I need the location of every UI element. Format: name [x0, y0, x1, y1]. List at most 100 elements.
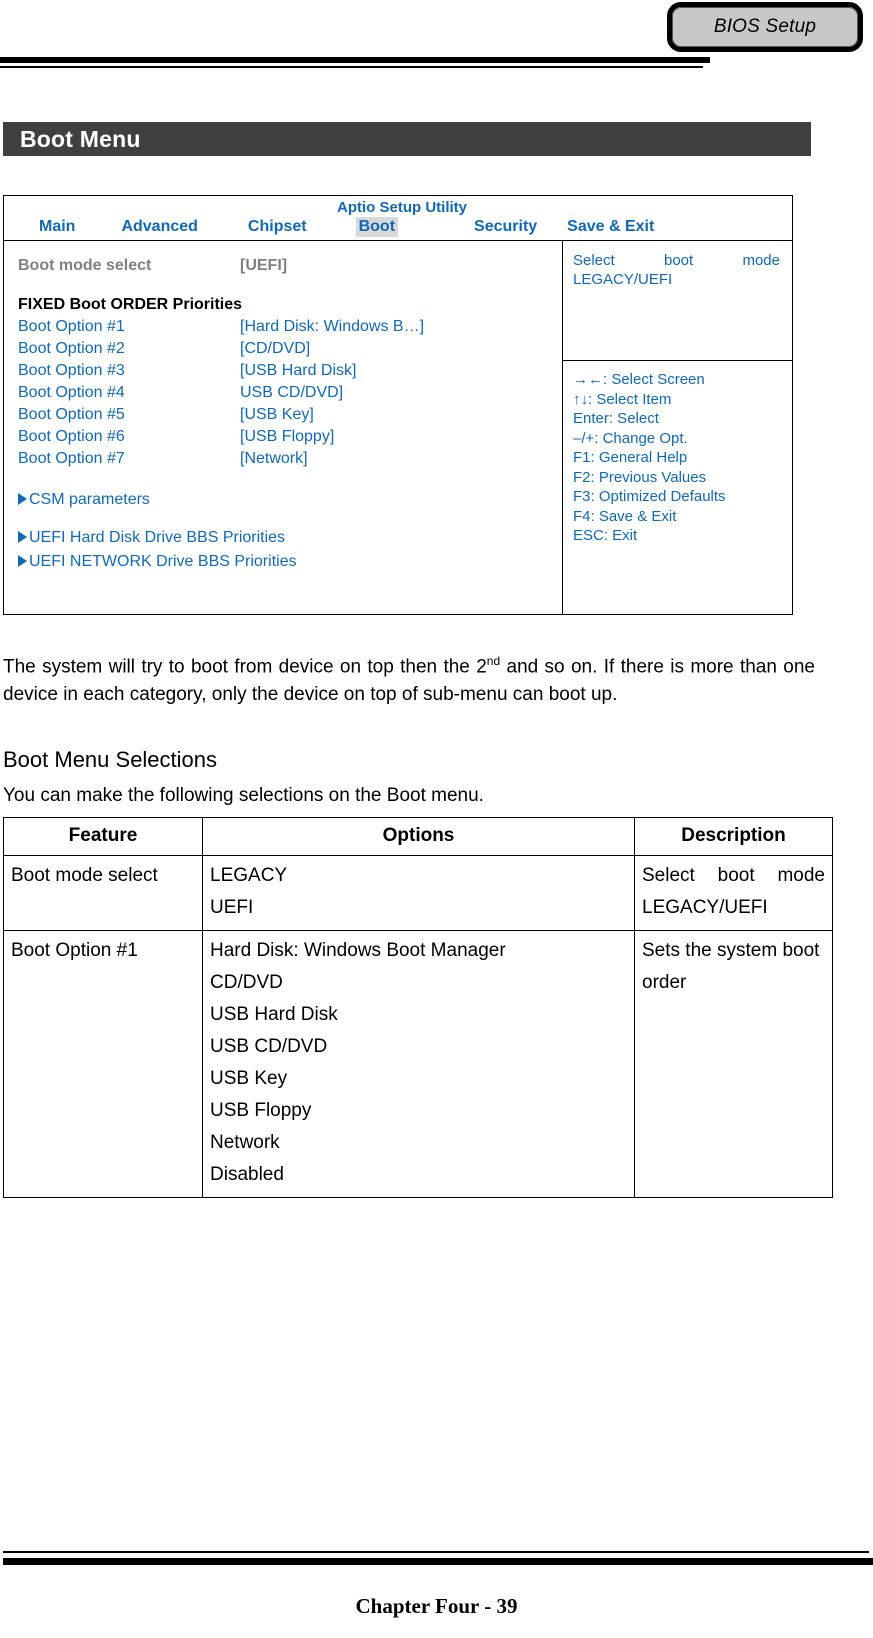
table-body: Boot mode select LEGACY UEFI Select boot… [3, 855, 833, 1198]
option-item: Disabled [210, 1164, 284, 1185]
boot-option-value-2[interactable]: [CD/DVD] [240, 338, 310, 360]
cell-options-boot-option-1: Hard Disk: Windows Boot Manager CD/DVD U… [202, 930, 635, 1198]
boot-option-row-6[interactable]: Boot Option #6 [USB Floppy] [18, 426, 562, 448]
help-key-select-item: ↑↓: Select Item [573, 390, 672, 408]
help-key-change-opt: –/+: Change Opt. [573, 429, 688, 447]
header-rule-thin [0, 66, 703, 68]
boot-option-row-1[interactable]: Boot Option #1 [Hard Disk: Windows B…] [18, 316, 562, 338]
boot-option-value-5[interactable]: [USB Key] [240, 404, 314, 426]
option-item: Network [210, 1132, 280, 1153]
boot-option-value-1[interactable]: [Hard Disk: Windows B…] [240, 316, 424, 338]
bios-setup-tab: BIOS Setup [667, 2, 863, 52]
paragraph-part-1: The system will try to boot from device … [3, 656, 487, 678]
bios-screen-mockup: Aptio Setup Utility Main Advanced Chipse… [3, 195, 793, 615]
submenu-uefi-network-bbs[interactable]: UEFI NETWORK Drive BBS Priorities [18, 550, 562, 574]
option-item: USB CD/DVD [210, 1036, 328, 1057]
footer-rule-thin [3, 1551, 869, 1553]
tab-security[interactable]: Security [471, 217, 540, 237]
cell-description-boot-option-1: Sets the system boot order [634, 930, 833, 1198]
boot-option-label-1: Boot Option #1 [18, 318, 125, 335]
boot-option-row-4[interactable]: Boot Option #4 USB CD/DVD] [18, 382, 562, 404]
submenu-label-uefi-network: UEFI NETWORK Drive BBS Priorities [29, 553, 297, 570]
option-item: USB Hard Disk [210, 1004, 338, 1025]
help-key-esc-exit: ESC: Exit [573, 527, 638, 544]
cell-feature-boot-mode-select: Boot mode select [3, 855, 203, 931]
tab-chipset[interactable]: Chipset [245, 217, 310, 237]
table-header: Feature Options Description [3, 817, 833, 856]
help-key-f4-save-exit: F4: Save & Exit [573, 507, 677, 525]
bios-app-title: Aptio Setup Utility [337, 199, 467, 216]
option-item: LEGACY [210, 865, 288, 886]
boot-option-value-7[interactable]: [Network] [240, 448, 308, 470]
boot-option-label-2: Boot Option #2 [18, 340, 125, 357]
bios-settings-pane: Boot mode select [UEFI] FIXED Boot ORDER… [4, 241, 563, 614]
table-row: Boot Option #1 Hard Disk: Windows Boot M… [3, 930, 833, 1198]
boot-mode-select-row[interactable]: Boot mode select [UEFI] [18, 255, 562, 277]
option-item: UEFI [210, 897, 254, 918]
submenu-uefi-hard-disk-bbs[interactable]: UEFI Hard Disk Drive BBS Priorities [18, 526, 562, 550]
boot-option-value-4[interactable]: USB CD/DVD] [240, 382, 343, 404]
page-header: BIOS Setup [0, 0, 873, 72]
boot-option-row-5[interactable]: Boot Option #5 [USB Key] [18, 404, 562, 426]
boot-option-label-5: Boot Option #5 [18, 406, 125, 423]
help-key-f3-optimized-defaults: F3: Optimized Defaults [573, 488, 726, 505]
option-item: USB Key [210, 1068, 288, 1089]
tab-save-and-exit[interactable]: Save & Exit [564, 217, 657, 237]
boot-option-label-6: Boot Option #6 [18, 428, 125, 445]
footer-page-label: Chapter Four - 39 [355, 1594, 518, 1618]
help-key-select-screen: →←: Select Screen [573, 371, 705, 388]
bios-setup-tab-inner: BIOS Setup [672, 7, 858, 47]
submenu-label-uefi-hdd: UEFI Hard Disk Drive BBS Priorities [29, 529, 286, 546]
header-rule-thick [0, 57, 710, 63]
table-row: Boot mode select LEGACY UEFI Select boot… [3, 855, 833, 931]
boot-option-label-7: Boot Option #7 [18, 450, 125, 467]
boot-option-row-3[interactable]: Boot Option #3 [USB Hard Disk] [18, 360, 562, 382]
triangle-right-icon [18, 531, 27, 543]
option-item: CD/DVD [210, 972, 283, 993]
triangle-right-icon [18, 555, 27, 567]
help-key-enter-select: Enter: Select [573, 410, 659, 427]
section-title-bar: Boot Menu [3, 122, 811, 156]
bios-tab-strip: Main Advanced Chipset Boot Security Save… [4, 217, 792, 239]
bios-body: Boot mode select [UEFI] FIXED Boot ORDER… [4, 241, 792, 614]
option-item: Hard Disk: Windows Boot Manager [210, 940, 506, 961]
page-title: Boot Menu [20, 125, 141, 152]
triangle-right-icon [18, 493, 27, 505]
fixed-boot-order-heading: FIXED Boot ORDER Priorities [18, 296, 243, 313]
cell-feature-boot-option-1: Boot Option #1 [3, 930, 203, 1198]
bios-help-keys-box: →←: Select Screen ↑↓: Select Item Enter:… [563, 361, 792, 614]
boot-order-explanation: The system will try to boot from device … [3, 647, 815, 709]
help-key-f2-previous-values: F2: Previous Values [573, 468, 707, 486]
cell-description-boot-mode-select: Select boot mode LEGACY/UEFI [634, 855, 833, 931]
submenu-label-csm: CSM parameters [29, 491, 150, 508]
bios-titlebar: Aptio Setup Utility Main Advanced Chipse… [4, 196, 792, 241]
selections-lead-in-text: You can make the following selections on… [3, 785, 484, 806]
tab-main[interactable]: Main [36, 217, 78, 237]
boot-option-label-3: Boot Option #3 [18, 362, 125, 379]
page-footer: Chapter Four - 39 [0, 1548, 873, 1638]
tab-advanced[interactable]: Advanced [118, 217, 200, 237]
submenu-csm-parameters[interactable]: CSM parameters [18, 488, 562, 512]
bios-setup-tab-label: BIOS Setup [713, 16, 817, 37]
boot-option-row-2[interactable]: Boot Option #2 [CD/DVD] [18, 338, 562, 360]
column-header-options: Options [202, 817, 635, 856]
bios-help-pane: Select boot mode LEGACY/UEFI →←: Select … [563, 241, 792, 614]
boot-option-row-7[interactable]: Boot Option #7 [Network] [18, 448, 562, 470]
boot-menu-selections-table: Feature Options Description Boot mode se… [3, 817, 833, 1198]
boot-menu-selections-heading: Boot Menu Selections [3, 747, 218, 772]
boot-option-value-3[interactable]: [USB Hard Disk] [240, 360, 356, 382]
bios-help-description-box: Select boot mode LEGACY/UEFI [563, 241, 792, 361]
footer-rule-thick [3, 1558, 873, 1565]
boot-mode-select-value[interactable]: [UEFI] [240, 255, 287, 277]
column-header-feature: Feature [3, 817, 203, 856]
table-header-row: Feature Options Description [3, 817, 833, 856]
boot-option-value-6[interactable]: [USB Floppy] [240, 426, 334, 448]
option-item: USB Floppy [210, 1100, 312, 1121]
column-header-description: Description [634, 817, 833, 856]
boot-option-label-4: Boot Option #4 [18, 384, 125, 401]
tab-boot[interactable]: Boot [355, 217, 399, 237]
bios-help-description: Select boot mode LEGACY/UEFI [573, 252, 780, 288]
